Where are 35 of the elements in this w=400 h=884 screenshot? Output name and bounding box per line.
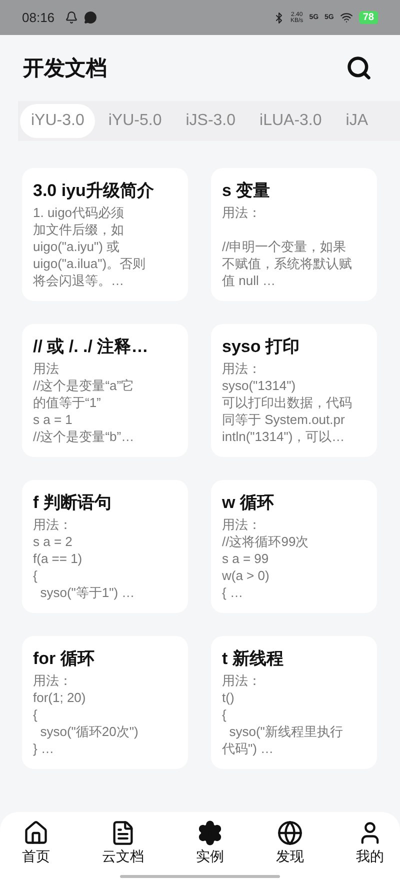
card-excerpt: 用法： s a = 2 f(a == 1) { syso("等于1") …: [33, 516, 136, 601]
card-excerpt: 用法 //这个是变量“a”它 的值等于“1” s a = 1 //这个是变量“b”…: [33, 360, 136, 445]
doc-card[interactable]: syso 打印 用法： syso("1314") 可以打印出数据，代码 同等于 System.out.pr intln("1314")，可以…: [211, 324, 377, 457]
nav-tab[interactable]: 云文档: [102, 820, 144, 884]
card-title: // 或 /. ./ 注释…: [33, 336, 150, 358]
doc-card[interactable]: s 变量 用法： //申明一个变量，如果 不赋值，系统将默认赋 值 null …: [211, 168, 377, 301]
nav-tab[interactable]: 发现: [276, 820, 304, 884]
doc-card[interactable]: t 新线程 用法： t() { syso("新线程里执行 代码") …: [211, 636, 377, 769]
card-excerpt: 用法： //这将循环99次 s a = 99 w(a > 0) { …: [222, 516, 310, 601]
bell-icon: [64, 11, 78, 24]
status-time: 08:16: [22, 10, 55, 25]
card-title: 3.0 iyu升级简介: [33, 180, 155, 202]
card-excerpt: 用法： t() { syso("新线程里执行 代码") …: [222, 672, 344, 757]
card-excerpt: 1. uigo代码必须 加文件后缀，如 uigo("a.iyu") 或 uigo("a.ilua")。否则 将会闪退等。…: [33, 204, 147, 289]
card-excerpt: 用法： for(1; 20) { syso("循环20次") } …: [33, 672, 140, 757]
card-title: w 循环: [222, 492, 275, 514]
chat-icon: [84, 11, 97, 24]
doc-card[interactable]: for 循环 用法： for(1; 20) { syso("循环20次") } …: [22, 636, 188, 769]
version-tab[interactable]: iYU-3.0: [20, 104, 96, 138]
card-title: syso 打印: [222, 336, 300, 358]
page-title: 开发文档: [23, 56, 107, 82]
card-title: t 新线程: [222, 648, 284, 670]
doc-card[interactable]: f 判断语句 用法： s a = 2 f(a == 1) { syso("等于1") …: [22, 480, 188, 613]
card-excerpt: 用法： //申明一个变量，如果 不赋值，系统将默认赋 值 null …: [222, 204, 353, 289]
doc-card[interactable]: 3.0 iyu升级简介 1. uigo代码必须 加文件后缀，如 uigo("a.iyu") 或 uigo("a.ilua")。否则 将会闪退等。…: [22, 168, 188, 301]
card-title: for 循环: [33, 648, 96, 670]
battery-level: 78: [358, 11, 378, 24]
doc-card[interactable]: // 或 /. ./ 注释… 用法 //这个是变量“a”它 的值等于“1” s a = 1 //这个是变量“b”…: [22, 324, 188, 457]
doc-card[interactable]: w 循环 用法： //这将循环99次 s a = 99 w(a > 0) { …: [211, 480, 377, 613]
nav-tab[interactable]: 我的: [356, 820, 384, 884]
card-excerpt: 用法： syso("1314") 可以打印出数据，代码 同等于 System.out.pr intln("1314")，可以…: [222, 360, 353, 445]
nav-tab[interactable]: 首页: [22, 820, 50, 884]
card-title: f 判断语句: [33, 492, 112, 514]
card-title: s 变量: [222, 180, 272, 202]
search-icon[interactable]: [346, 55, 372, 81]
